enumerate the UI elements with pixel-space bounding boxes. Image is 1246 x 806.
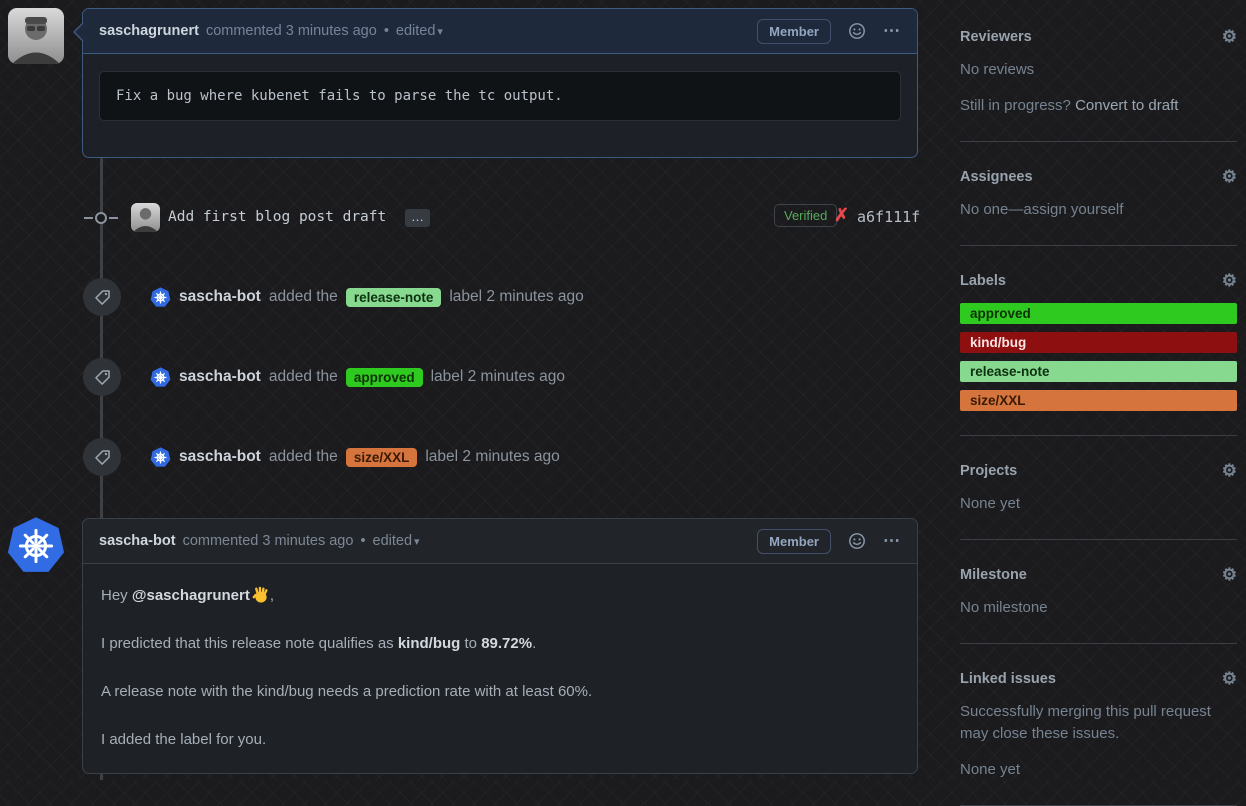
label-event-row: sascha-bot added the size/XXL label 2 mi… [83,438,560,476]
milestone-title: Milestone [960,567,1027,583]
speech-arrow [66,23,84,41]
no-projects-text: None yet [960,493,1237,515]
status-failed-icon[interactable]: ✗ [834,205,849,226]
sidebar-label[interactable]: size/XXL [960,390,1237,411]
reviewers-title: Reviewers [960,29,1032,45]
no-assignees-text[interactable]: No one—assign yourself [960,199,1237,221]
tag-icon [83,358,121,396]
comment-timestamp[interactable]: commented 3 minutes ago [206,23,377,39]
comment-header: sascha-bot commented 3 minutes ago • edi… [83,519,917,564]
commit-hash-link[interactable]: a6f111f [857,208,920,226]
emoji-reaction-icon[interactable] [848,532,866,550]
kebab-menu-icon[interactable]: ⋯ [883,21,901,41]
edited-dropdown[interactable]: edited▾ [373,533,420,549]
avatar-saschagrunert[interactable] [8,8,64,64]
draft-hint: Still in progress? Convert to draft [960,95,1237,117]
member-badge: Member [757,529,831,554]
projects-title: Projects [960,463,1017,479]
bullet-separator: • [384,23,389,39]
event-text: added the [269,448,338,466]
event-text: added the [269,288,338,306]
chevron-down-icon: ▾ [414,536,420,548]
pr-description-comment: saschagrunert commented 3 minutes ago • … [82,8,918,158]
no-linked-issues-text: None yet [960,759,1237,781]
commit-author-avatar[interactable] [131,203,160,232]
event-timestamp[interactable]: label 2 minutes ago [449,288,583,306]
gear-icon[interactable]: ⚙ [1222,272,1237,289]
no-milestone-text: No milestone [960,597,1237,619]
gear-icon[interactable]: ⚙ [1222,168,1237,185]
labels-section: Labels ⚙ approved kind/bug release-note s… [960,246,1237,436]
mention-link[interactable]: @saschagrunert [132,587,250,604]
greeting-line: Hey @saschagrunert, [101,586,899,606]
reviewers-section: Reviewers ⚙ No reviews Still in progress?… [960,0,1237,142]
assignees-title: Assignees [960,169,1033,185]
tag-icon [83,278,121,316]
event-text: added the [269,368,338,386]
convert-to-draft-link[interactable]: Convert to draft [1075,97,1178,114]
bullet-separator: • [360,533,365,549]
event-timestamp[interactable]: label 2 minutes ago [425,448,559,466]
user-photo-icon [8,8,64,64]
author-link[interactable]: sascha-bot [99,533,176,549]
threshold-line: A release note with the kind/bug needs a… [101,682,899,702]
commit-icon [84,209,118,227]
edited-dropdown[interactable]: edited▾ [396,23,443,39]
label-pill[interactable]: approved [346,368,423,387]
author-link[interactable]: saschagrunert [99,23,199,39]
sidebar-label[interactable]: release-note [960,361,1237,382]
projects-section: Projects ⚙ None yet [960,436,1237,540]
wave-emoji-icon [252,586,270,604]
milestone-section: Milestone ⚙ No milestone [960,540,1237,644]
label-event-row: sascha-bot added the release-note label … [83,278,584,316]
linked-issues-section: Linked issues ⚙ Successfully merging this… [960,644,1237,806]
actor-link[interactable]: sascha-bot [179,288,261,306]
gear-icon[interactable]: ⚙ [1222,28,1237,45]
linked-issues-title: Linked issues [960,671,1056,687]
member-badge: Member [757,19,831,44]
tag-icon [83,438,121,476]
gear-icon[interactable]: ⚙ [1222,462,1237,479]
sascha-bot-avatar[interactable] [150,367,171,388]
gear-icon[interactable]: ⚙ [1222,670,1237,687]
labels-title: Labels [960,273,1006,289]
comment-timestamp[interactable]: commented 3 minutes ago [183,533,354,549]
release-note-code-block: Fix a bug where kubenet fails to parse t… [99,71,901,121]
avatar-sascha-bot[interactable] [6,516,62,572]
label-event-row: sascha-bot added the approved label 2 mi… [83,358,565,396]
added-label-line: I added the label for you. [101,730,899,750]
verified-badge[interactable]: Verified [774,204,837,227]
event-timestamp[interactable]: label 2 minutes ago [431,368,565,386]
commit-expand-button[interactable]: … [405,209,430,227]
emoji-reaction-icon[interactable] [848,22,866,40]
sidebar-label[interactable]: kind/bug [960,332,1237,353]
bot-comment: sascha-bot commented 3 minutes ago • edi… [82,518,918,774]
comment-header: saschagrunert commented 3 minutes ago • … [83,9,917,54]
assignees-section: Assignees ⚙ No one—assign yourself [960,142,1237,246]
speech-arrow [82,533,84,551]
chevron-down-icon: ▾ [437,26,443,38]
actor-link[interactable]: sascha-bot [179,448,261,466]
no-reviews-text: No reviews [960,59,1237,81]
commit-message-link[interactable]: Add first blog post draft [168,209,386,225]
sidebar-label[interactable]: approved [960,303,1237,324]
label-pill[interactable]: size/XXL [346,448,418,467]
comment-body: Hey @saschagrunert, I predicted that thi… [83,564,917,750]
sascha-bot-avatar[interactable] [150,447,171,468]
kebab-menu-icon[interactable]: ⋯ [883,531,901,551]
sascha-bot-avatar[interactable] [150,287,171,308]
prediction-line: I predicted that this release note quali… [101,634,899,654]
actor-link[interactable]: sascha-bot [179,368,261,386]
pr-sidebar: Reviewers ⚙ No reviews Still in progress?… [960,0,1237,806]
gear-icon[interactable]: ⚙ [1222,566,1237,583]
linked-issues-desc: Successfully merging this pull request m… [960,701,1237,745]
label-pill[interactable]: release-note [346,288,442,307]
